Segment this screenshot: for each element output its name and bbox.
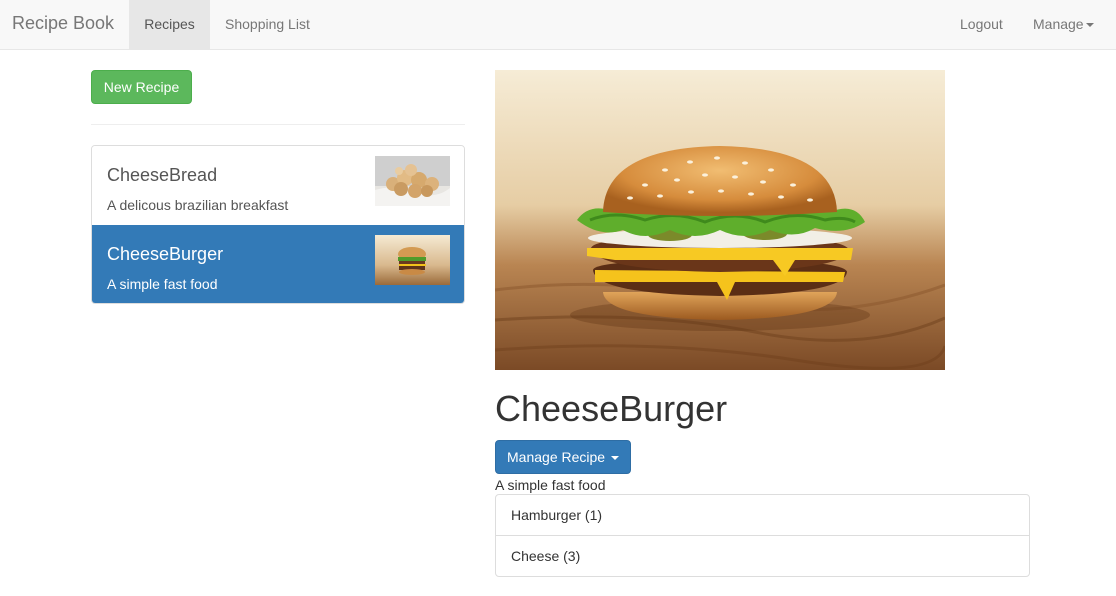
recipe-description-text: A simple fast food	[495, 477, 606, 493]
ingredient-item: Hamburger (1)	[496, 495, 1029, 536]
manage-label: Manage	[1033, 16, 1084, 32]
divider	[91, 124, 465, 125]
caret-down-icon	[1085, 23, 1094, 28]
recipe-description: A simple fast food	[107, 276, 218, 292]
recipe-title: CheeseBurger	[495, 388, 728, 429]
recipe-item-cheesebread[interactable]: CheeseBread A delicous brazilian breakfa…	[92, 146, 464, 225]
recipe-item-cheeseburger[interactable]: CheeseBurger A simple fast food	[92, 225, 464, 303]
manage-recipe-label: Manage Recipe	[507, 449, 606, 465]
recipe-thumbnail-cheeseburger	[375, 235, 450, 285]
recipe-name: CheeseBurger	[107, 244, 224, 264]
recipe-list: CheeseBread A delicous brazilian breakfa…	[91, 145, 465, 304]
nav-shopping-list[interactable]: Shopping List	[225, 0, 310, 49]
brand-link[interactable]: Recipe Book	[12, 13, 114, 34]
logout-link[interactable]: Logout	[960, 0, 1003, 49]
recipe-description: A delicous brazilian breakfast	[107, 197, 289, 213]
recipe-thumbnail-cheesebread	[375, 156, 450, 206]
manage-recipe-button[interactable]: Manage Recipe	[495, 440, 631, 474]
nav-recipes[interactable]: Recipes	[129, 0, 210, 49]
recipe-image	[495, 70, 945, 370]
navbar: Recipe Book Recipes Shopping List Logout…	[0, 0, 1116, 50]
recipe-name: CheeseBread	[107, 165, 218, 185]
ingredient-item: Cheese (3)	[511, 548, 581, 564]
ingredient-list: Hamburger (1) Cheese (3)	[495, 494, 1030, 577]
new-recipe-button[interactable]: New Recipe	[91, 70, 192, 104]
caret-down-icon	[610, 456, 619, 461]
manage-dropdown[interactable]: Manage	[1033, 0, 1094, 49]
